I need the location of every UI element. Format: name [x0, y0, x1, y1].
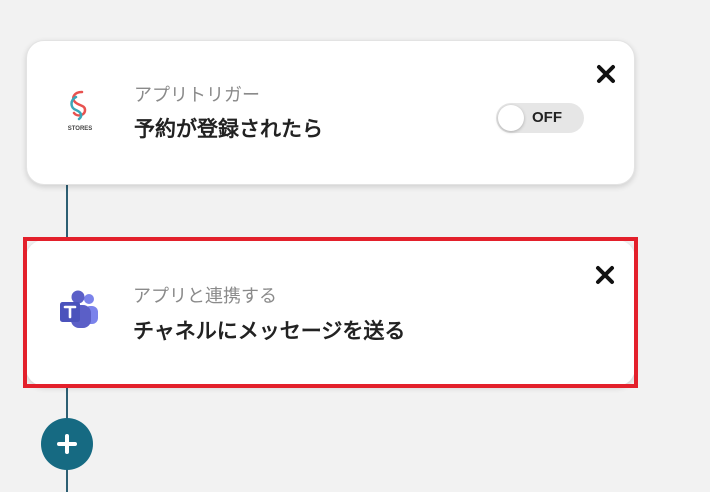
toggle-knob	[498, 105, 524, 131]
step-subtitle: アプリと連携する	[133, 286, 277, 307]
plus-icon	[57, 434, 77, 454]
step-title: 予約が登録されたら	[134, 117, 323, 141]
action-step-card[interactable]: アプリと連携する チャネルにメッセージを送る	[26, 240, 635, 386]
flow-connector	[66, 468, 68, 492]
close-icon[interactable]	[595, 63, 617, 85]
step-subtitle: アプリトリガー	[134, 85, 260, 106]
stores-logo-icon: STORES	[55, 86, 105, 136]
add-step-button[interactable]	[41, 418, 93, 470]
workflow-canvas: STORES アプリトリガー 予約が登録されたら OFF アプリと連携する チャ…	[0, 0, 710, 492]
teams-logo-icon	[54, 286, 104, 336]
flow-connector	[66, 184, 68, 240]
close-icon[interactable]	[594, 264, 616, 286]
stores-logo-text: STORES	[68, 126, 93, 132]
trigger-toggle[interactable]: OFF	[496, 103, 584, 133]
toggle-label: OFF	[532, 109, 562, 126]
trigger-step-card[interactable]: STORES アプリトリガー 予約が登録されたら OFF	[26, 40, 635, 185]
step-title: チャネルにメッセージを送る	[133, 319, 406, 343]
